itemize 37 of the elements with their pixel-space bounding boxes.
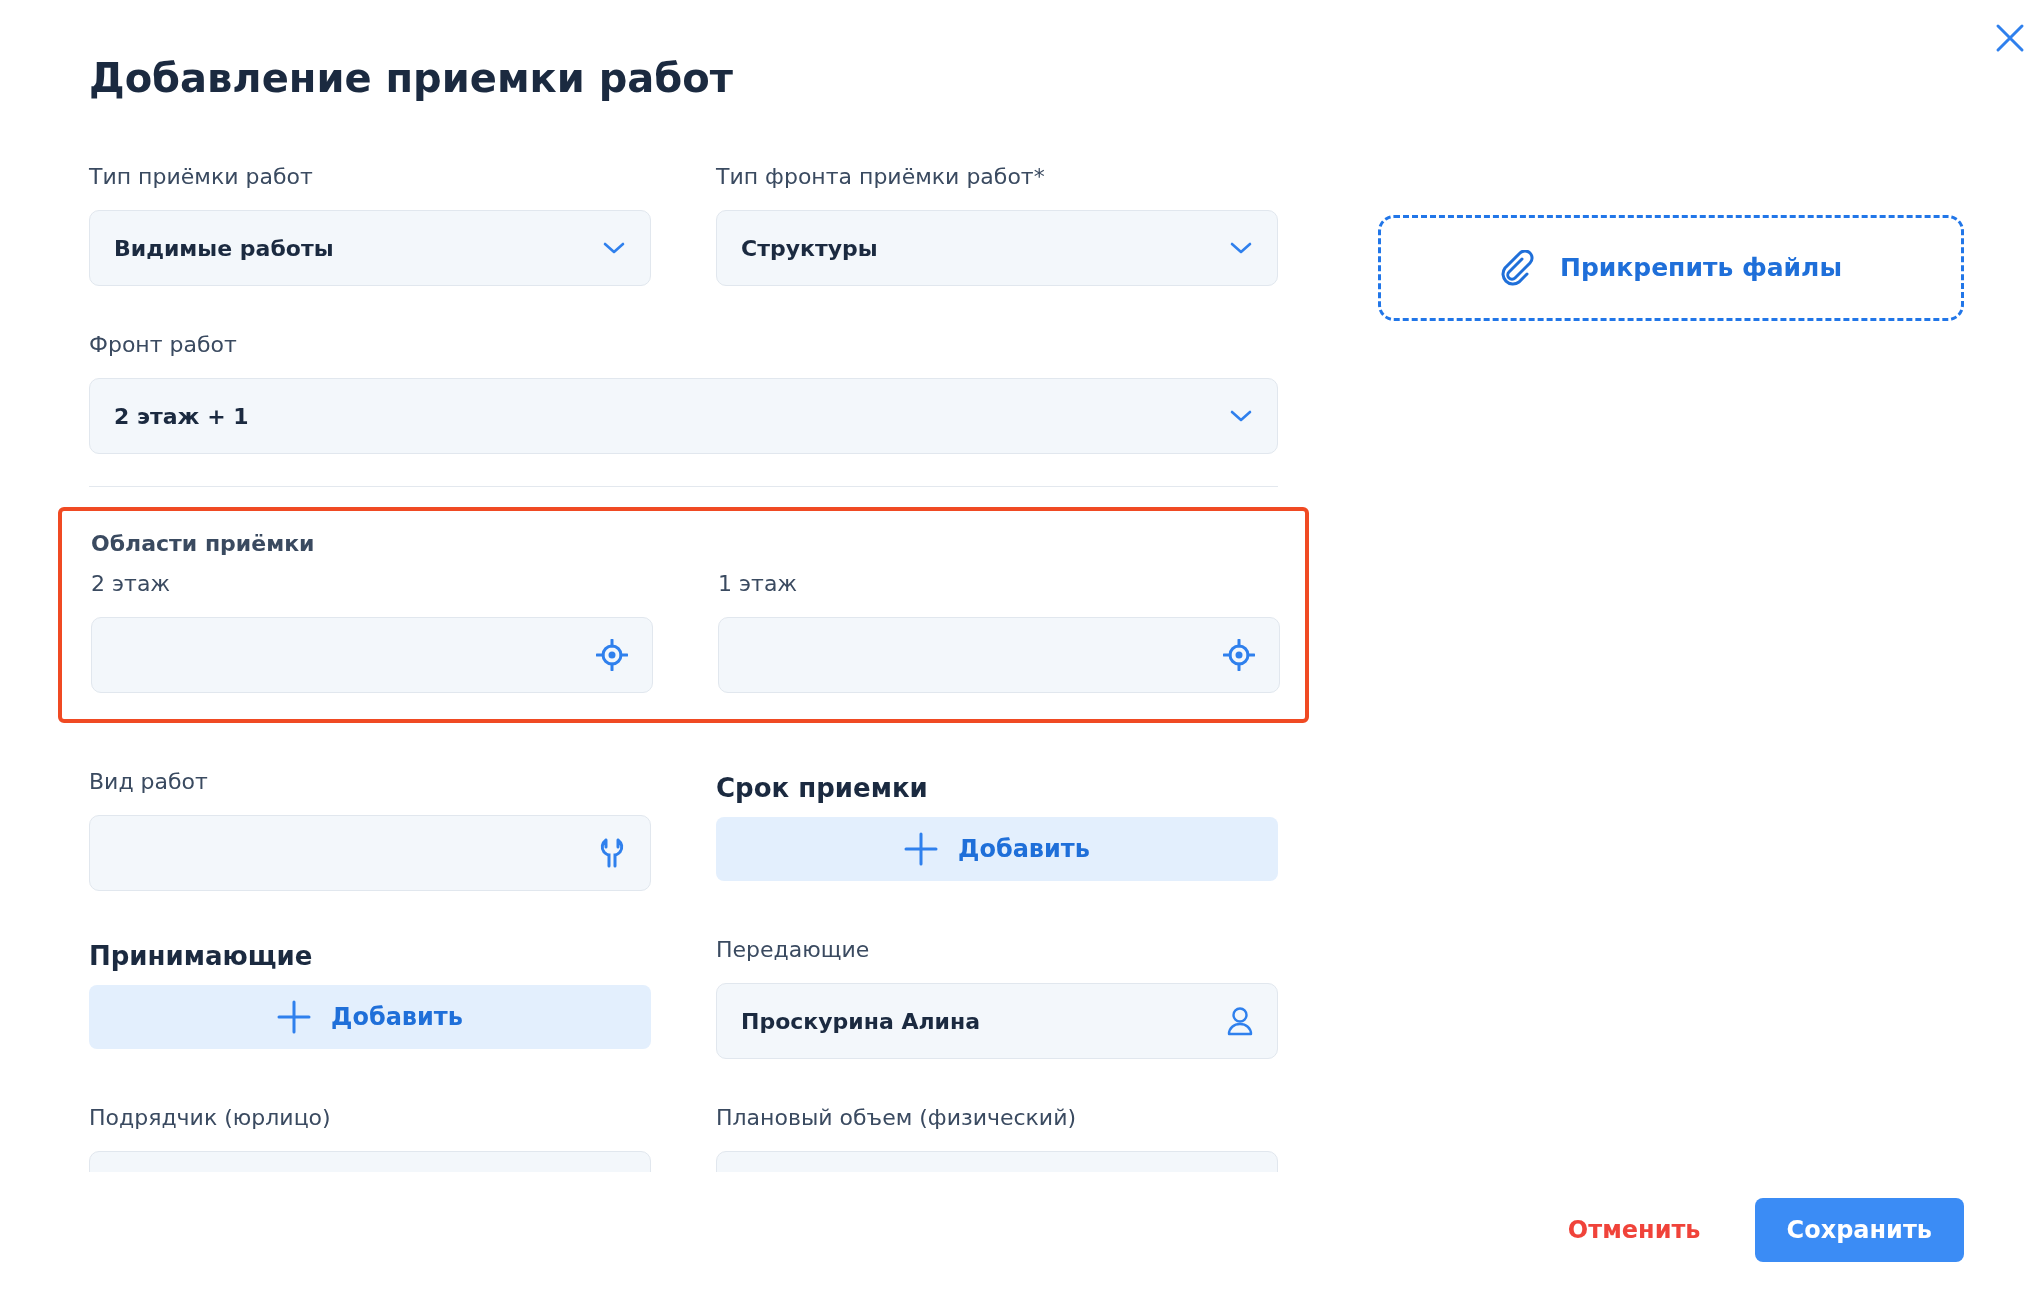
field-label: Фронт работ <box>89 331 238 359</box>
chevron-down-icon <box>1229 409 1253 423</box>
crosshair-icon <box>1223 639 1255 671</box>
input-field[interactable] <box>91 617 653 693</box>
section-heading: Срок приемки <box>716 772 929 805</box>
close-button[interactable] <box>1994 22 2026 54</box>
dropdown[interactable]: Видимые работы <box>89 210 651 286</box>
field-label: 2 этаж <box>91 570 172 598</box>
add-button[interactable]: Добавить <box>716 817 1278 881</box>
plus-icon <box>277 1000 312 1034</box>
paperclip-icon <box>1499 250 1534 286</box>
field-label: Передающие <box>716 936 871 964</box>
input-field[interactable]: Проскурина Алина <box>716 983 1278 1059</box>
close-icon <box>1994 22 2026 54</box>
section-heading: Принимающие <box>89 940 314 973</box>
dropdown[interactable]: Структуры <box>716 210 1278 286</box>
field-label: Тип приёмки работ <box>89 163 314 191</box>
person-icon <box>1227 1006 1253 1036</box>
chevron-down-icon <box>602 241 626 255</box>
input-field[interactable] <box>718 617 1280 693</box>
dropdown[interactable]: 2 этаж + 1 <box>89 378 1278 454</box>
field-label: Тип фронта приёмки работ* <box>716 163 1046 191</box>
field-label: Подрядчик (юрлицо) <box>89 1104 332 1132</box>
cancel-button[interactable]: Отменить <box>1561 1212 1707 1248</box>
save-button[interactable]: Сохранить <box>1754 1198 1964 1262</box>
field-label: Плановый объем (физический) <box>716 1104 1078 1132</box>
section-heading: Области приёмки <box>91 530 316 558</box>
add-button[interactable]: Добавить <box>89 985 651 1049</box>
chevron-down-icon <box>1229 241 1253 255</box>
dialog-title: Добавление приемки работ <box>89 54 734 102</box>
field-label: Вид работ <box>89 768 209 796</box>
field-label: 1 этаж <box>718 570 799 598</box>
input-field[interactable] <box>89 815 651 891</box>
wrench-icon <box>598 837 626 869</box>
attach-files-button[interactable]: Прикрепить файлы <box>1378 215 1964 321</box>
plus-icon <box>904 832 939 866</box>
crosshair-icon <box>596 639 628 671</box>
